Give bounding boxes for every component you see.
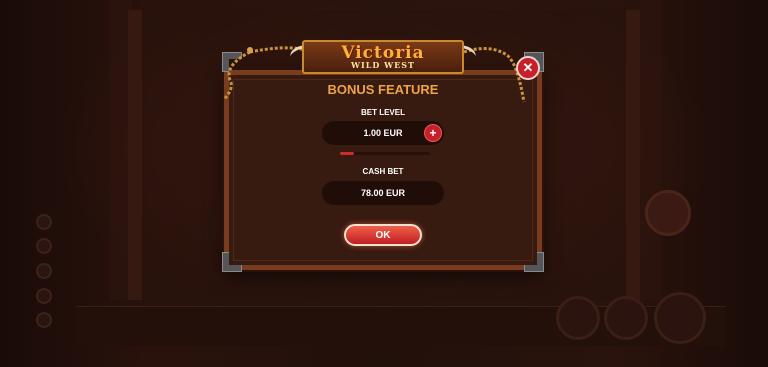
side-menu-button xyxy=(36,263,52,279)
ok-button[interactable]: OK xyxy=(344,224,422,246)
bet-button xyxy=(604,296,648,340)
feature-coin xyxy=(645,190,691,236)
side-menu-button xyxy=(36,214,52,230)
autoplay-button xyxy=(556,296,600,340)
close-button[interactable]: ✕ xyxy=(516,56,540,80)
close-icon: ✕ xyxy=(522,60,534,75)
increase-bet-button[interactable]: + xyxy=(424,124,442,142)
side-menu-button xyxy=(36,288,52,304)
logo-title: Victoria xyxy=(341,42,425,63)
dialog-title: BONUS FEATURE xyxy=(327,82,439,97)
spin-button xyxy=(654,292,706,344)
cash-bet-value: 78.00 EUR xyxy=(322,181,444,205)
cash-bet-label: CASH BET xyxy=(362,167,404,176)
bet-level-label: BET LEVEL xyxy=(360,108,405,117)
right-pillar xyxy=(640,0,662,300)
game-logo: Victoria WILD WEST xyxy=(302,40,464,74)
logo-subtitle: WILD WEST xyxy=(351,59,415,70)
bet-level-progress xyxy=(340,152,430,155)
side-menu-button xyxy=(36,312,52,328)
side-menu-button xyxy=(36,238,52,254)
plus-icon: + xyxy=(429,126,437,140)
bet-level-progress-fill xyxy=(340,152,354,155)
